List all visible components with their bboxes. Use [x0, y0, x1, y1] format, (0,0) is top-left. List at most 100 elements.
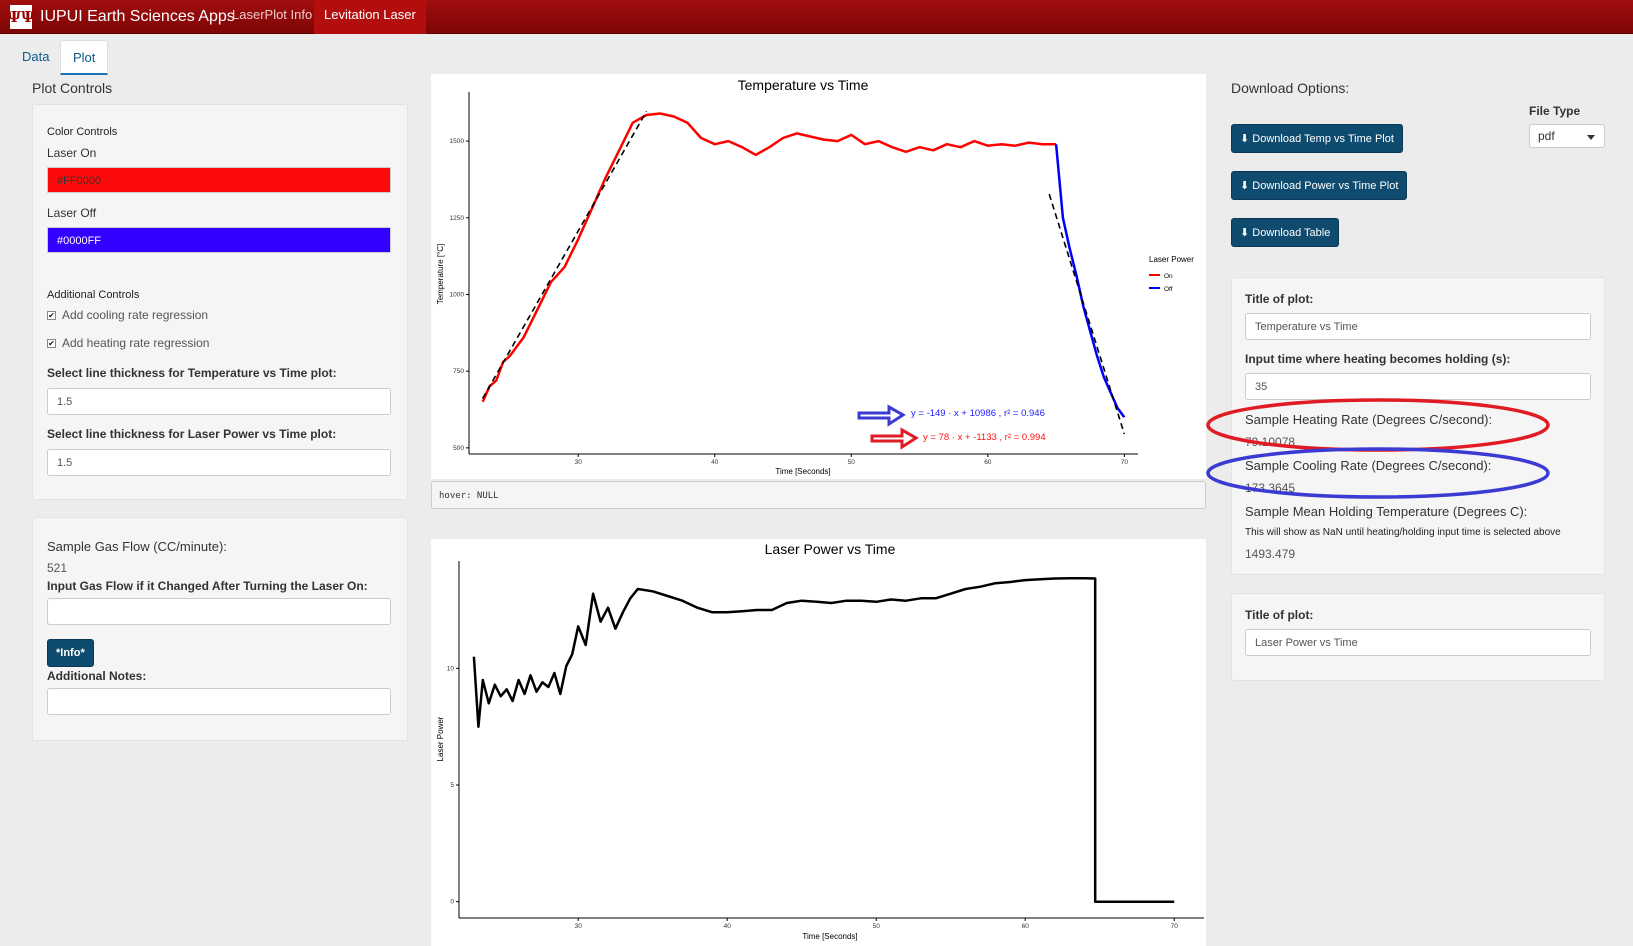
- laser-on-label: Laser On: [47, 146, 97, 160]
- gas-flow-input-label: Input Gas Flow if it Changed After Turni…: [47, 579, 368, 593]
- download-power-plot-label: Download Power vs Time Plot: [1252, 180, 1399, 192]
- holding-time-label: Input time where heating becomes holding…: [1245, 352, 1511, 366]
- heating-regression-checkbox[interactable]: ✔ Add heating rate regression: [47, 336, 209, 350]
- nav-laserplot-info[interactable]: LaserPlot Info: [222, 0, 322, 34]
- regression-line-0: [1048, 193, 1126, 435]
- app-brand[interactable]: ΨΨ IUPUI Earth Sciences Apps: [7, 0, 235, 34]
- legend-on: On: [1164, 273, 1173, 280]
- download-table-label: Download Table: [1252, 227, 1331, 239]
- x-axis-label: Time [Seconds]: [775, 467, 830, 476]
- tab-plot[interactable]: Plot: [60, 40, 109, 75]
- power-thickness-label: Select line thickness for Laser Power vs…: [47, 427, 337, 441]
- gas-flow-input[interactable]: [47, 598, 391, 625]
- temp-title-input[interactable]: Temperature vs Time: [1245, 313, 1591, 340]
- y-tick-label: 5: [450, 782, 454, 789]
- gas-flow-well: Sample Gas Flow (CC/minute): 521 Input G…: [32, 517, 408, 741]
- top-navbar: ΨΨ IUPUI Earth Sciences Apps LaserPlot I…: [0, 0, 1633, 34]
- cooling-regression-checkbox[interactable]: ✔ Add cooling rate regression: [47, 308, 208, 322]
- red-arrow-annotation-icon: [870, 427, 919, 450]
- download-icon: ⬇: [1240, 133, 1253, 145]
- file-type-label: File Type: [1529, 104, 1581, 118]
- file-type-select[interactable]: pdf: [1529, 124, 1605, 148]
- laser-off-color-input[interactable]: #0000FF: [47, 227, 391, 253]
- y-tick-label: 500: [453, 445, 464, 452]
- download-temp-plot-label: Download Temp vs Time Plot: [1252, 133, 1394, 145]
- x-axis-label: Time [Seconds]: [802, 932, 857, 941]
- holding-temp-label: Sample Mean Holding Temperature (Degrees…: [1245, 504, 1528, 519]
- y-tick-label: 1250: [450, 215, 465, 222]
- cooling-rate-value: 173.3645: [1245, 481, 1296, 495]
- laser-off-label: Laser Off: [47, 206, 97, 220]
- power-thickness-input[interactable]: 1.5: [47, 449, 391, 476]
- x-tick-label: 50: [848, 459, 856, 466]
- heating-rate-value: 79.10078: [1245, 435, 1296, 449]
- series-line-0: [472, 577, 1175, 903]
- x-tick-label: 40: [724, 923, 732, 930]
- file-type-value: pdf: [1538, 129, 1555, 143]
- checkbox-checked-icon: ✔: [47, 310, 56, 320]
- hover-info-box: hover: NULL: [431, 481, 1206, 509]
- x-tick-label: 70: [1171, 923, 1179, 930]
- notes-input[interactable]: [47, 688, 391, 715]
- holding-time-input[interactable]: 35: [1245, 373, 1591, 400]
- series-line-off: [1054, 144, 1126, 418]
- laser-power-vs-time-chart[interactable]: Laser Power vs Time Time [Seconds] Laser…: [431, 539, 1206, 946]
- blue-arrow-annotation-icon: [857, 404, 906, 427]
- y-tick-label: 750: [453, 368, 464, 375]
- temp-plot-options-well: Title of plot: Temperature vs Time Input…: [1231, 277, 1605, 575]
- x-tick-label: 30: [575, 459, 583, 466]
- series-line-on: [481, 112, 1057, 403]
- color-controls-label: Color Controls: [47, 126, 118, 138]
- chart-title: Temperature vs Time: [738, 77, 869, 93]
- download-power-plot-button[interactable]: ⬇ Download Power vs Time Plot: [1231, 171, 1408, 200]
- x-tick-label: 30: [575, 923, 583, 930]
- x-tick-label: 50: [873, 923, 881, 930]
- download-options-title: Download Options:: [1231, 80, 1350, 96]
- cooling-regression-label: Add cooling rate regression: [62, 308, 209, 322]
- info-button[interactable]: *Info*: [47, 639, 94, 667]
- x-tick-label: 60: [1022, 923, 1030, 930]
- legend-title: Laser Power: [1149, 255, 1194, 264]
- x-tick-label: 60: [984, 459, 992, 466]
- temp-thickness-input[interactable]: 1.5: [47, 388, 391, 415]
- nav-levitation-laser[interactable]: Levitation Laser: [314, 0, 426, 34]
- temp-title-label: Title of plot:: [1245, 292, 1314, 306]
- y-tick-label: 0: [450, 899, 454, 906]
- chevron-down-icon: [1587, 135, 1595, 140]
- plot-controls-well: Color Controls Laser On #FF0000 Laser Of…: [32, 104, 408, 500]
- app-title: IUPUI Earth Sciences Apps: [40, 8, 235, 25]
- cooling-rate-label: Sample Cooling Rate (Degrees C/second):: [1245, 458, 1492, 473]
- plot-controls-title: Plot Controls: [32, 80, 113, 96]
- download-temp-plot-button[interactable]: ⬇ Download Temp vs Time Plot: [1231, 124, 1403, 153]
- tab-data[interactable]: Data: [10, 40, 61, 75]
- download-table-button[interactable]: ⬇ Download Table: [1231, 218, 1340, 247]
- y-axis-label: Temperature [°C]: [436, 244, 445, 305]
- temp-plot-panel: Temperature vs Time Time [Seconds] Tempe…: [431, 74, 1206, 479]
- regression-line-1: [481, 110, 648, 399]
- legend-off: Off: [1164, 286, 1173, 293]
- gas-flow-value: 521: [47, 561, 68, 575]
- laser-on-color-input[interactable]: #FF0000: [47, 167, 391, 193]
- x-tick-label: 70: [1121, 459, 1129, 466]
- gas-flow-label: Sample Gas Flow (CC/minute):: [47, 539, 227, 554]
- download-icon: ⬇: [1240, 180, 1253, 192]
- y-tick-label: 1500: [450, 138, 465, 145]
- download-icon: ⬇: [1240, 227, 1253, 239]
- holding-temp-value: 1493.479: [1245, 547, 1296, 561]
- y-axis-label: Laser Power: [436, 716, 445, 761]
- notes-label: Additional Notes:: [47, 669, 147, 683]
- power-title-label: Title of plot:: [1245, 608, 1314, 622]
- chart-title: Laser Power vs Time: [765, 541, 896, 557]
- cooling-regression-equation: y = -149 · x + 10986 , r² = 0.946: [911, 408, 1045, 419]
- iu-trident-logo-icon: ΨΨ: [7, 5, 35, 29]
- holding-temp-note: This will show as NaN until heating/hold…: [1245, 527, 1561, 538]
- power-title-input[interactable]: Laser Power vs Time: [1245, 629, 1591, 656]
- y-tick-label: 1000: [450, 291, 465, 298]
- logo-text: ΨΨ: [7, 8, 35, 26]
- y-tick-label: 10: [447, 665, 455, 672]
- power-plot-options-well: Title of plot: Laser Power vs Time: [1231, 593, 1605, 681]
- heating-regression-equation: y = 78 · x + -1133 , r² = 0.994: [923, 432, 1046, 443]
- temp-thickness-label: Select line thickness for Temperature vs…: [47, 366, 337, 380]
- x-tick-label: 40: [711, 459, 719, 466]
- temp-vs-time-chart[interactable]: Temperature vs Time Time [Seconds] Tempe…: [431, 74, 1206, 479]
